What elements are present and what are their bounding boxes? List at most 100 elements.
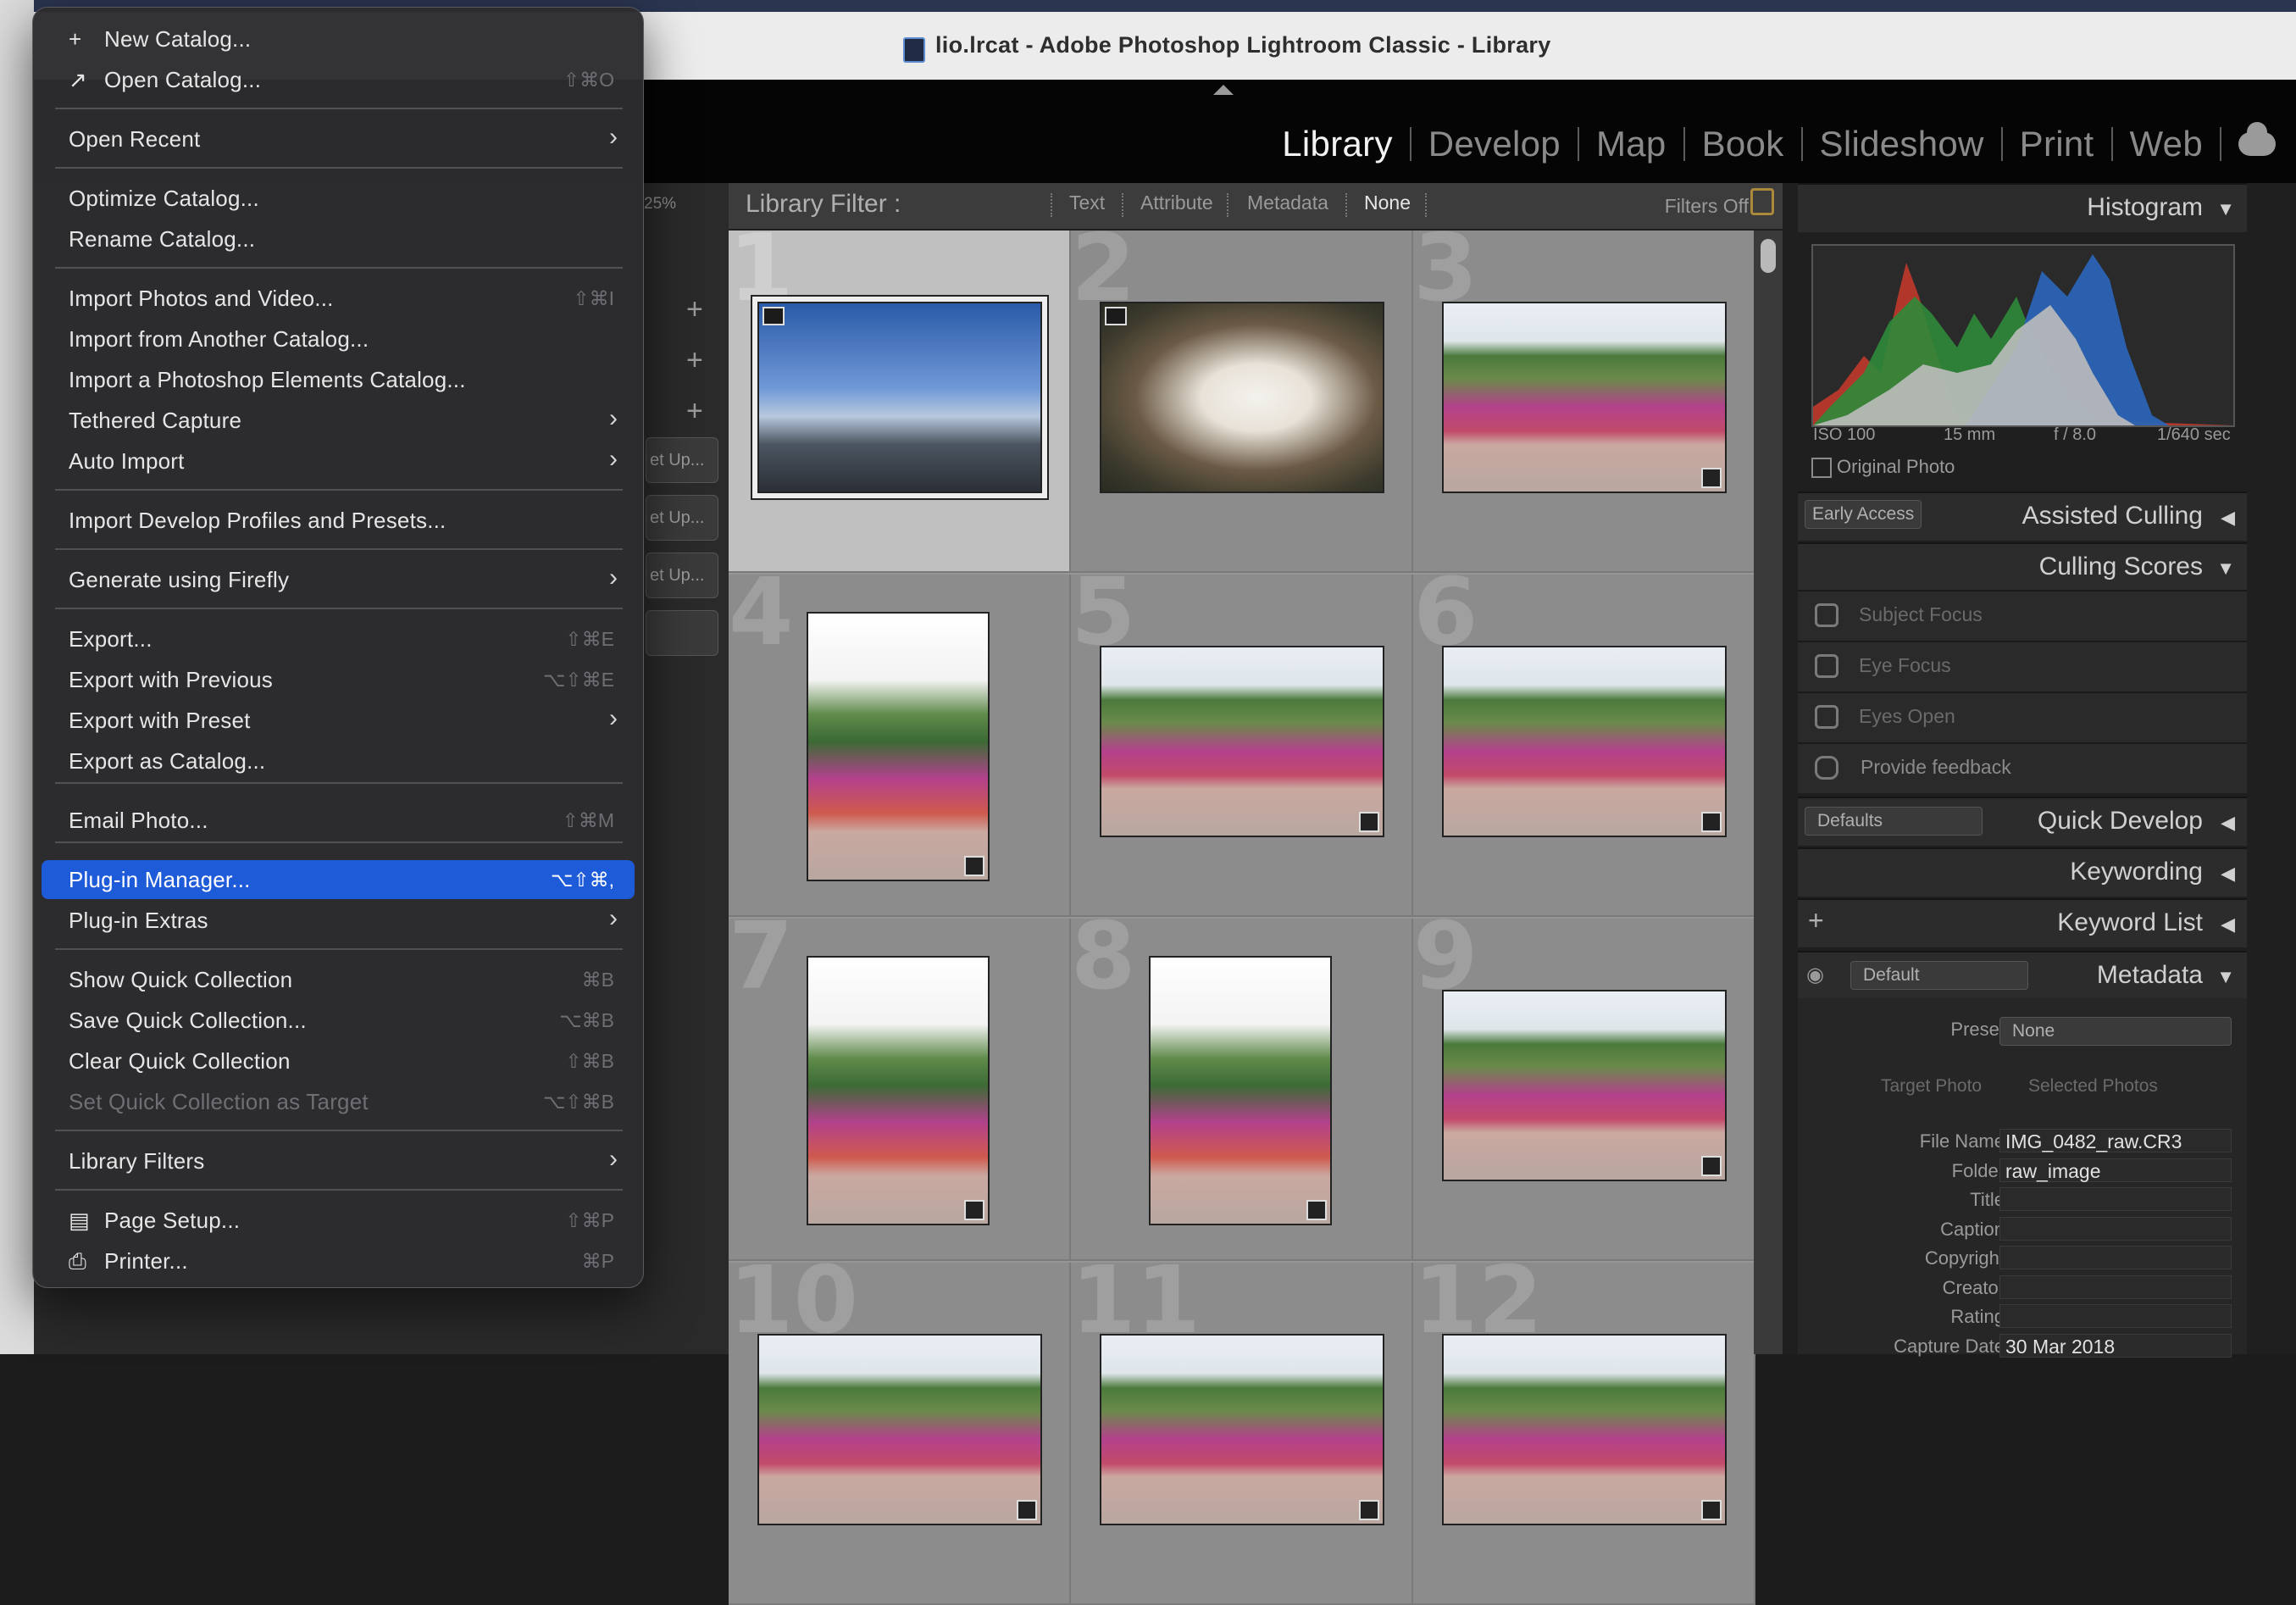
metadata-field-value[interactable]: [1999, 1187, 2232, 1211]
photo-thumbnail[interactable]: [1442, 646, 1727, 837]
photo-thumbnail[interactable]: [1100, 1334, 1384, 1525]
assisted-culling-header[interactable]: Early Access Assisted Culling ◀: [1798, 491, 2247, 541]
photo-thumbnail[interactable]: [1149, 956, 1332, 1225]
menu-item-import-photos-and-video[interactable]: Import Photos and Video... ⇧⌘I: [42, 279, 635, 318]
filter-metadata[interactable]: Metadata: [1247, 192, 1328, 214]
photo-thumbnail[interactable]: [757, 302, 1042, 493]
zoom-level[interactable]: 25%: [644, 195, 676, 214]
module-library[interactable]: Library: [1265, 124, 1409, 164]
develop-adjusted-icon[interactable]: [1701, 468, 1722, 488]
menu-item-generate-using-firefly[interactable]: Generate using Firefly ›: [42, 560, 635, 599]
scrollbar-thumb[interactable]: [1761, 239, 1776, 273]
filter-none[interactable]: None: [1364, 192, 1411, 214]
collapse-top-panel-icon[interactable]: [1213, 85, 1234, 95]
metadata-view-dropdown[interactable]: Default: [1850, 961, 2028, 990]
quick-develop-preset-dropdown[interactable]: Defaults: [1805, 807, 1983, 836]
develop-adjusted-icon[interactable]: [1017, 1500, 1037, 1520]
menu-item-optimize-catalog[interactable]: Optimize Catalog...: [42, 179, 635, 218]
develop-adjusted-icon[interactable]: [1359, 812, 1379, 832]
module-map[interactable]: Map: [1579, 124, 1683, 164]
metadata-field-value[interactable]: [1999, 1246, 2232, 1269]
metadata-header[interactable]: ◉ Default Metadata ▼: [1798, 951, 2247, 1000]
metadata-field-value[interactable]: raw_image: [1999, 1158, 2232, 1182]
menu-item-import-develop-profiles-and-presets[interactable]: Import Develop Profiles and Presets...: [42, 501, 635, 540]
grid-cell[interactable]: 3: [1413, 230, 1755, 573]
menu-item-export-with-previous[interactable]: Export with Previous ⌥⇧⌘E: [42, 660, 635, 699]
add-icon[interactable]: +: [686, 344, 703, 377]
menu-item-plug-in-manager[interactable]: Plug-in Manager... ⌥⇧⌘,: [42, 860, 635, 899]
grid-cell[interactable]: 11: [1071, 1263, 1413, 1605]
photo-thumbnail[interactable]: [1442, 1334, 1727, 1525]
quick-develop-header[interactable]: Defaults Quick Develop ◀: [1798, 797, 2247, 846]
menu-item-plug-in-extras[interactable]: Plug-in Extras ›: [42, 901, 635, 940]
grid-cell[interactable]: 7: [729, 919, 1071, 1261]
photo-thumbnail[interactable]: [1100, 646, 1384, 837]
menu-item-export-with-preset[interactable]: Export with Preset ›: [42, 701, 635, 740]
photo-grid[interactable]: 1 2 3 4 5 6 7 8 9 10 11 12: [729, 230, 1755, 1605]
metadata-field-value[interactable]: [1999, 1217, 2232, 1241]
menu-item-import-from-another-catalog[interactable]: Import from Another Catalog...: [42, 319, 635, 358]
module-print[interactable]: Print: [2003, 124, 2111, 164]
setup-button[interactable]: et Up...: [646, 437, 718, 483]
menu-item-page-setup[interactable]: ▤ Page Setup... ⇧⌘P: [42, 1201, 635, 1240]
grid-cell[interactable]: 4: [729, 575, 1071, 917]
culling-scores-header[interactable]: Culling Scores ▼: [1798, 542, 2247, 591]
provide-feedback-row[interactable]: Provide feedback: [1798, 742, 2247, 793]
setup-button[interactable]: et Up...: [646, 495, 718, 541]
menu-item-rename-catalog[interactable]: Rename Catalog...: [42, 219, 635, 258]
menu-item-library-filters[interactable]: Library Filters ›: [42, 1141, 635, 1180]
grid-cell[interactable]: 12: [1413, 1263, 1755, 1605]
photo-thumbnail[interactable]: [1442, 302, 1727, 493]
add-keyword-icon[interactable]: +: [1808, 905, 1824, 936]
keywording-header[interactable]: Keywording ◀: [1798, 847, 2247, 897]
provide-feedback-link[interactable]: Provide feedback: [1861, 756, 2011, 779]
metadata-field-value[interactable]: [1999, 1304, 2232, 1328]
grid-cell[interactable]: 1: [729, 230, 1071, 573]
cloud-icon[interactable]: [2238, 122, 2276, 156]
grid-cell[interactable]: 5: [1071, 575, 1413, 917]
photo-thumbnail[interactable]: [1100, 302, 1384, 493]
menu-item-email-photo[interactable]: Email Photo... ⇧⌘M: [42, 801, 635, 840]
setup-button-empty[interactable]: [646, 610, 718, 656]
photo-thumbnail[interactable]: [807, 956, 990, 1225]
metadata-field-value[interactable]: [1999, 1275, 2232, 1299]
menu-item-import-a-photoshop-elements-catalog[interactable]: Import a Photoshop Elements Catalog...: [42, 360, 635, 399]
photo-thumbnail[interactable]: [807, 612, 990, 881]
lock-icon[interactable]: [1750, 188, 1774, 215]
menu-item-open-catalog[interactable]: ↗ Open Catalog... ⇧⌘O: [42, 60, 635, 99]
photo-thumbnail[interactable]: [757, 1334, 1042, 1525]
menu-item-clear-quick-collection[interactable]: Clear Quick Collection ⇧⌘B: [42, 1041, 635, 1080]
module-book[interactable]: Book: [1685, 124, 1801, 164]
module-slideshow[interactable]: Slideshow: [1803, 124, 2001, 164]
filters-off-dropdown[interactable]: Filters Off: [1665, 195, 1749, 218]
photo-thumbnail[interactable]: [1442, 990, 1727, 1181]
grid-cell[interactable]: 2: [1071, 230, 1413, 573]
histogram-header[interactable]: Histogram ▼: [1798, 183, 2247, 232]
menu-item-printer[interactable]: ⎙ Printer... ⌘P: [42, 1241, 635, 1280]
develop-adjusted-icon[interactable]: [964, 1200, 984, 1220]
original-photo-checkbox[interactable]: [1811, 458, 1832, 478]
develop-adjusted-icon[interactable]: [1701, 1156, 1722, 1176]
module-web[interactable]: Web: [2113, 124, 2221, 164]
add-icon[interactable]: +: [686, 395, 703, 428]
filter-attribute[interactable]: Attribute: [1140, 192, 1213, 214]
grid-cell[interactable]: 10: [729, 1263, 1071, 1605]
metadata-field-value[interactable]: IMG_0482_raw.CR3: [1999, 1129, 2232, 1152]
grid-cell[interactable]: 6: [1413, 575, 1755, 917]
menu-item-auto-import[interactable]: Auto Import ›: [42, 442, 635, 480]
module-develop[interactable]: Develop: [1411, 124, 1578, 164]
target-photo-tab[interactable]: Target Photo: [1881, 1076, 1982, 1097]
menu-item-open-recent[interactable]: Open Recent ›: [42, 119, 635, 158]
menu-item-export[interactable]: Export... ⇧⌘E: [42, 619, 635, 658]
develop-adjusted-icon[interactable]: [1306, 1200, 1327, 1220]
menu-item-show-quick-collection[interactable]: Show Quick Collection ⌘B: [42, 960, 635, 999]
setup-button[interactable]: et Up...: [646, 553, 718, 598]
menu-item-save-quick-collection[interactable]: Save Quick Collection... ⌥⌘B: [42, 1001, 635, 1040]
develop-adjusted-icon[interactable]: [1359, 1500, 1379, 1520]
grid-cell[interactable]: 8: [1071, 919, 1413, 1261]
grid-scrollbar[interactable]: [1754, 230, 1783, 1354]
selected-photos-tab[interactable]: Selected Photos: [2028, 1076, 2158, 1097]
develop-adjusted-icon[interactable]: [1701, 812, 1722, 832]
develop-adjusted-icon[interactable]: [1701, 1500, 1722, 1520]
menu-item-tethered-capture[interactable]: Tethered Capture ›: [42, 401, 635, 440]
